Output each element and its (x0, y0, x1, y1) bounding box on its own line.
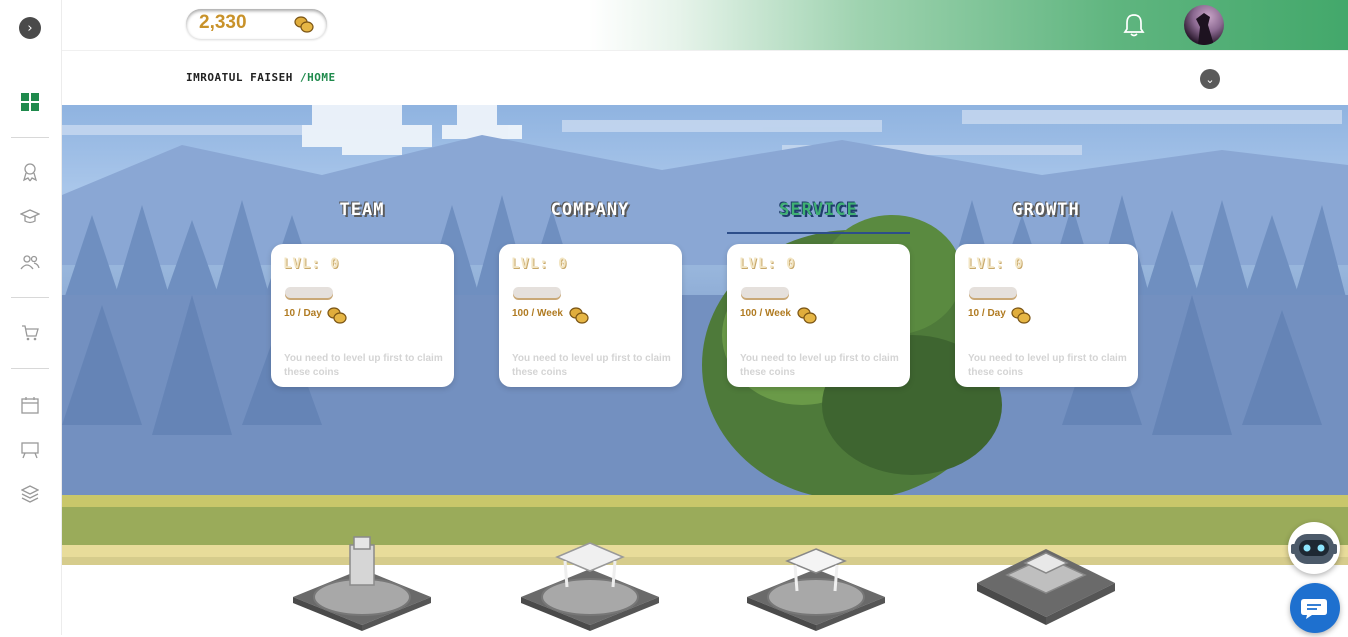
level-progress-bar (741, 287, 789, 298)
level-label: LVL: 0 (511, 256, 568, 272)
breadcrumb-bar: Imroatul Faiseh /Home ⌄ (62, 50, 1348, 105)
live-chat-button[interactable] (1290, 583, 1340, 633)
sidebar-item-awards[interactable] (20, 162, 40, 182)
sidebar: › (0, 0, 62, 635)
sidebar-item-courses[interactable] (20, 207, 40, 227)
coin-balance: 2,330 (199, 12, 247, 33)
level-label: LVL: 0 (283, 256, 340, 272)
breadcrumb-separator: / (292, 71, 308, 84)
tab-growth[interactable]: Growth (986, 200, 1106, 234)
graduation-cap-icon (20, 209, 40, 224)
dashboard-grid-icon (21, 93, 39, 111)
team-building-pedestal[interactable] (291, 535, 433, 631)
claim-message: You need to level up first to claim thes… (512, 353, 671, 378)
sidebar-divider (11, 297, 49, 298)
breadcrumb-user: Imroatul Faiseh (186, 71, 293, 84)
level-label: LVL: 0 (739, 256, 796, 272)
claim-message: You need to level up first to claim thes… (740, 353, 899, 378)
sidebar-item-store[interactable] (20, 323, 40, 343)
level-label: LVL: 0 (967, 256, 1024, 272)
coins-icon (1011, 307, 1031, 324)
coins-icon (327, 307, 347, 324)
presentation-board-icon (21, 442, 39, 459)
layers-icon (21, 485, 39, 503)
level-progress-bar (513, 287, 561, 298)
coins-icon (294, 16, 314, 33)
chevron-down-icon: ⌄ (1205, 72, 1215, 86)
coin-rate: 10 / Day (968, 308, 1006, 319)
chevron-right-icon: › (27, 20, 33, 36)
tab-team[interactable]: Team (302, 200, 422, 234)
sidebar-item-board[interactable] (20, 440, 40, 460)
coin-rate: 100 / Week (740, 308, 791, 319)
coin-rate: 100 / Week (512, 308, 563, 319)
assistant-bot-button[interactable] (1288, 522, 1340, 574)
level-progress-bar (285, 287, 333, 298)
breadcrumb-current[interactable]: Home (307, 71, 336, 84)
calendar-icon (21, 397, 39, 414)
chat-bubble-icon (1301, 599, 1327, 619)
sidebar-item-layers[interactable] (20, 484, 40, 504)
game-scene: Team Company Service Growth LVL: 0 10 / … (62, 105, 1348, 570)
coin-balance-pill[interactable]: 2,330 (186, 9, 327, 39)
reward-card-service[interactable]: LVL: 0 100 / Week You need to level up f… (727, 244, 910, 387)
bell-icon[interactable] (1123, 12, 1145, 38)
sidebar-item-dashboard[interactable] (20, 92, 40, 112)
sidebar-toggle-button[interactable]: › (19, 17, 41, 39)
growth-building-pedestal[interactable] (975, 535, 1117, 631)
company-building-pedestal[interactable] (519, 535, 661, 631)
ground-area (62, 565, 1348, 635)
sidebar-item-users[interactable] (20, 252, 40, 272)
claim-message: You need to level up first to claim thes… (284, 353, 443, 378)
sidebar-divider (11, 368, 49, 369)
award-icon (22, 163, 38, 182)
user-avatar[interactable] (1184, 5, 1224, 45)
claim-message: You need to level up first to claim thes… (968, 353, 1127, 378)
reward-card-growth[interactable]: LVL: 0 10 / Day You need to level up fir… (955, 244, 1138, 387)
coins-icon (797, 307, 817, 324)
robot-icon (1291, 534, 1337, 564)
top-bar: 2,330 (62, 0, 1348, 50)
sidebar-item-calendar[interactable] (20, 395, 40, 415)
level-progress-bar (969, 287, 1017, 298)
tab-service[interactable]: Service (727, 200, 910, 234)
service-building-pedestal[interactable] (745, 535, 887, 631)
tab-company[interactable]: Company (530, 200, 650, 234)
expand-toggle-button[interactable]: ⌄ (1200, 69, 1220, 89)
coin-rate: 10 / Day (284, 308, 322, 319)
breadcrumb: Imroatul Faiseh /Home (186, 71, 336, 84)
reward-card-team[interactable]: LVL: 0 10 / Day You need to level up fir… (271, 244, 454, 387)
forest-background (62, 105, 1348, 570)
users-icon (20, 255, 40, 270)
avatar-image (1196, 13, 1214, 45)
coins-icon (569, 307, 589, 324)
reward-card-company[interactable]: LVL: 0 100 / Week You need to level up f… (499, 244, 682, 387)
sidebar-divider (11, 137, 49, 138)
cart-icon (22, 325, 39, 341)
